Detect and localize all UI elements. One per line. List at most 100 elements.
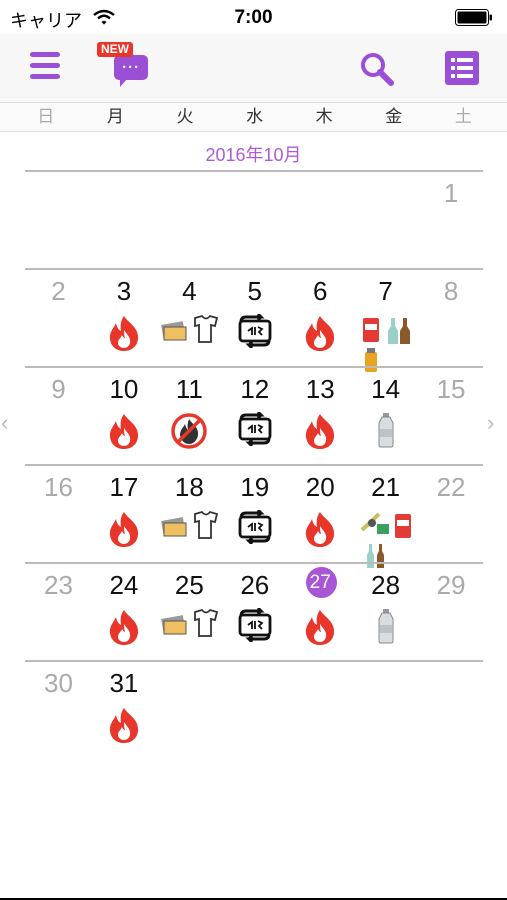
next-month-arrow-icon[interactable]: › [487,410,503,435]
paper-and-clothes-icon [160,314,219,349]
day-cell-11[interactable]: 11 [155,368,224,464]
day-cell-15[interactable]: 15 [417,368,486,464]
collection-icons [89,412,158,455]
weekday-sat: 土 [454,107,472,126]
weekday-fri: 金 [385,107,403,126]
collection-icons [155,510,224,545]
day-number: 6 [312,276,328,306]
day-number: 24 [109,570,139,600]
day-cell-8[interactable]: 8 [417,270,486,366]
day-cell-29[interactable]: 29 [417,564,486,660]
day-cell-10[interactable]: 10 [89,368,158,464]
weekday-header: 日 月 火 水 木 金 土 [0,102,507,132]
collection-icons [286,314,355,357]
day-cell-28[interactable]: 28 [351,564,420,660]
burnable-garbage-icon [106,608,142,651]
plastic-recycle-icon [237,606,273,647]
day-cell-17[interactable]: 17 [89,466,158,562]
weekday-tue: 火 [176,107,194,126]
day-cell-19[interactable]: 19 [220,466,289,562]
day-cell-20[interactable]: 20 [286,466,355,562]
day-number: 1 [443,178,459,208]
month-title: 2016年10月 [205,145,302,165]
day-number: 14 [371,374,401,404]
no-burnable-collection-icon [170,412,208,455]
weekday-mon: 月 [106,107,124,126]
pet-bottle-icon [375,608,397,649]
collection-icons [351,412,420,453]
day-cell-9[interactable]: 9 [24,368,93,464]
day-cell-16[interactable]: 16 [24,466,93,562]
plastic-recycle-icon [237,410,273,451]
week-row: 9 10 11 12 13 14 15 [25,366,483,464]
day-cell-27[interactable]: 27 [286,564,355,660]
collection-icons [155,412,224,455]
day-number: 11 [175,374,203,404]
day-cell-25[interactable]: 25 [155,564,224,660]
day-cell-31[interactable]: 31 [89,662,158,758]
weekday-wed: 水 [246,107,264,126]
day-number: 9 [51,374,66,404]
day-cell-23[interactable]: 23 [24,564,93,660]
week-row: 1 [25,170,483,268]
collection-icons [220,410,289,451]
day-number: 8 [443,276,459,306]
calendar-grid: 123 4 5 6 7 8 9 10 11 12 13 14 15 16 17 … [25,170,483,758]
week-row: 2 3 4 5 6 7 8 [24,268,486,372]
weekday-thu: 木 [315,107,333,126]
burnable-garbage-icon [302,412,338,455]
day-number: 21 [371,472,401,502]
day-cell-14[interactable]: 14 [351,368,420,464]
day-cell-21[interactable]: 21 [351,466,420,568]
day-number: 5 [247,276,263,306]
day-cell-4[interactable]: 4 [155,270,224,366]
day-cell-2[interactable]: 2 [24,270,93,366]
pet-bottle-icon [375,412,397,453]
list-view-button[interactable] [445,51,479,85]
day-cell-26[interactable]: 26 [220,564,289,660]
toolbar: ··· NEW [0,34,507,102]
day-number: 15 [436,374,466,404]
day-number: 29 [436,570,466,600]
new-badge: NEW [97,42,133,57]
day-cell-24[interactable]: 24 [89,564,158,660]
day-cell-7[interactable]: 7 [351,270,420,372]
search-button[interactable] [359,51,395,87]
status-bar: キャリア 7:00 [0,0,507,34]
day-number: 4 [182,276,197,306]
day-number: 22 [436,472,466,502]
day-number: 18 [174,472,204,502]
day-cell-12[interactable]: 12 [220,368,289,464]
day-number: 23 [44,570,73,600]
day-cell-13[interactable]: 13 [286,368,355,464]
chat-bubble-icon: ··· [114,55,148,87]
day-cell-22[interactable]: 22 [417,466,486,562]
burnable-garbage-icon [106,510,142,553]
day-cell-18[interactable]: 18 [155,466,224,562]
day-cell-5[interactable]: 5 [220,270,289,366]
paper-and-clothes-icon [160,608,219,643]
day-cell-3[interactable]: 3 [89,270,158,366]
menu-button[interactable] [30,52,60,80]
menu-icon [30,52,60,57]
day-number: 20 [305,472,335,502]
day-cell-30[interactable]: 30 [24,662,93,758]
burnable-garbage-icon [302,510,338,553]
day-number: 10 [109,374,139,404]
burnable-garbage-icon [302,314,338,357]
news-button[interactable]: ··· NEW [97,42,151,92]
collection-icons [286,510,355,553]
weekday-sun: 日 [37,107,55,126]
collection-icons [89,314,158,357]
week-row: 16 17 18 19 20 21 22 [24,464,486,568]
paper-and-clothes-icon [160,510,219,545]
prev-month-arrow-icon[interactable]: ‹ [1,410,17,435]
collection-icons [220,508,289,549]
collection-icons [351,608,420,649]
day-cell-1[interactable]: 1 [417,172,486,268]
day-number: 7 [378,276,393,306]
burnable-garbage-icon [302,608,338,651]
status-time: 7:00 [234,7,273,28]
burnable-garbage-icon [106,314,142,357]
day-cell-6[interactable]: 6 [286,270,355,366]
